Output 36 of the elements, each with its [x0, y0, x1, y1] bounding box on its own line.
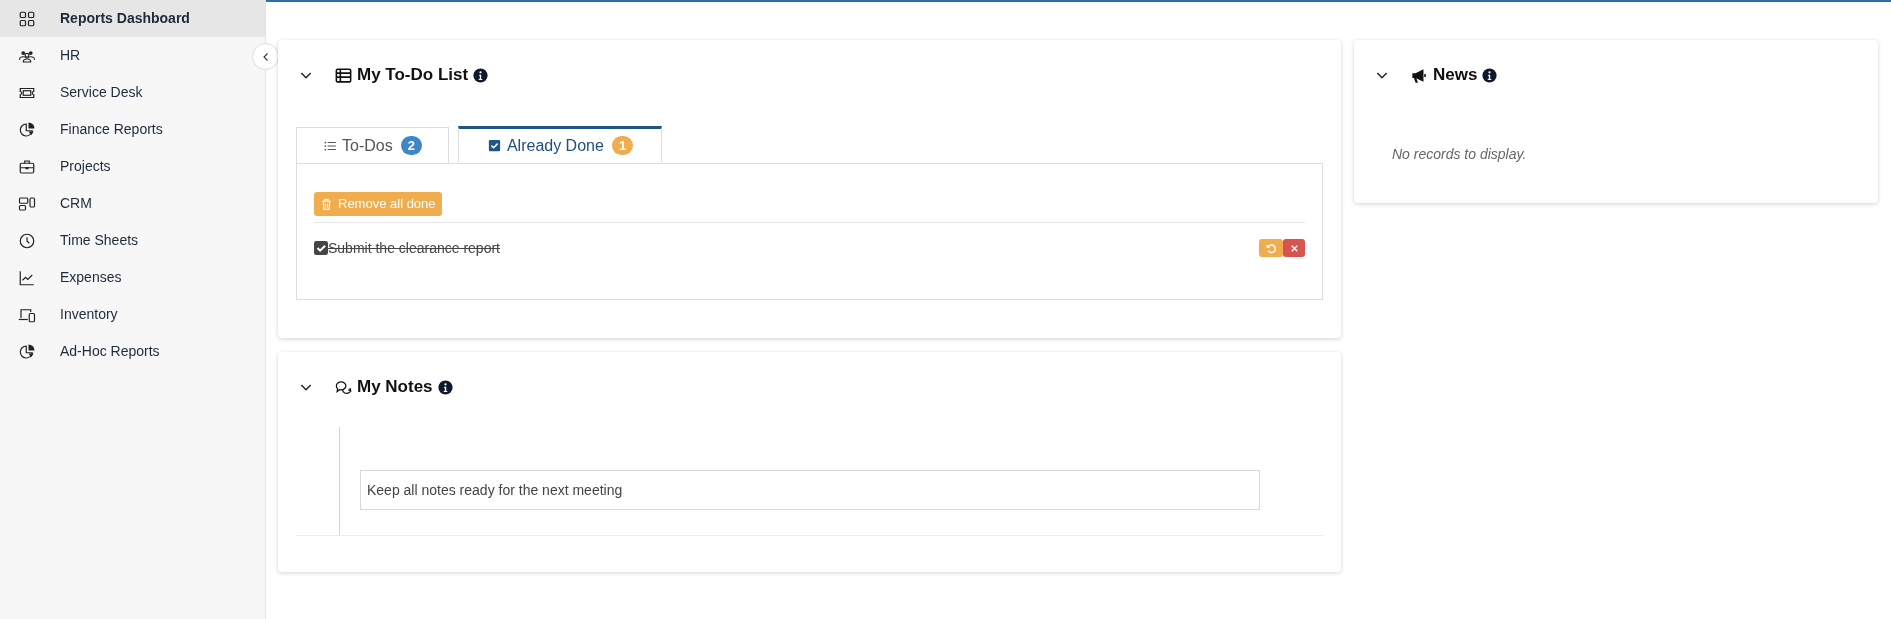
- info-icon: [1481, 66, 1499, 84]
- sidebar-item[interactable]: Reports Dashboard: [0, 0, 265, 37]
- sidebar-item[interactable]: Finance Reports: [0, 111, 248, 148]
- sidebar-item[interactable]: Ad-Hoc Reports: [0, 333, 248, 370]
- sidebar-item[interactable]: Projects: [0, 148, 248, 185]
- tab[interactable]: Already Done 1: [457, 126, 663, 163]
- checkbox-icon: [486, 138, 502, 153]
- pie-chart-icon: [18, 120, 36, 139]
- card-title: News: [1433, 64, 1478, 87]
- sidebar-item[interactable]: CRM: [0, 185, 248, 222]
- tab[interactable]: To-Dos 2: [296, 127, 449, 164]
- todo-item-text: Submit the clearance report: [328, 238, 500, 258]
- checkbox[interactable]: [314, 241, 328, 255]
- count-badge: 2: [400, 136, 422, 155]
- info-icon: [472, 66, 490, 84]
- briefcase-icon: [18, 157, 36, 176]
- undo-icon: [1264, 241, 1278, 255]
- grid-icon: [18, 9, 36, 28]
- sidebar-item[interactable]: Service Desk: [0, 74, 248, 111]
- line-chart-icon: [18, 268, 36, 287]
- empty-message: No records to display.: [1392, 145, 1528, 164]
- sidebar-item[interactable]: Inventory: [0, 296, 248, 333]
- sidebar-item[interactable]: HR: [0, 37, 248, 74]
- delete-button[interactable]: [1283, 239, 1305, 257]
- sidebar-item[interactable]: Expenses: [0, 259, 248, 296]
- trash-icon: [320, 197, 333, 211]
- info-icon: [436, 378, 454, 396]
- pie-chart-icon: [18, 342, 36, 361]
- card-title: My To-Do List: [357, 64, 469, 87]
- layout-icon: [18, 194, 36, 213]
- count-badge: 1: [611, 136, 634, 155]
- sidebar-item[interactable]: Time Sheets: [0, 222, 248, 259]
- clock-icon: [18, 231, 36, 250]
- note-input-field[interactable]: Keep all notes ready for the next meeting: [360, 470, 1260, 510]
- table-icon: [334, 65, 353, 85]
- card-title: My Notes: [357, 376, 433, 399]
